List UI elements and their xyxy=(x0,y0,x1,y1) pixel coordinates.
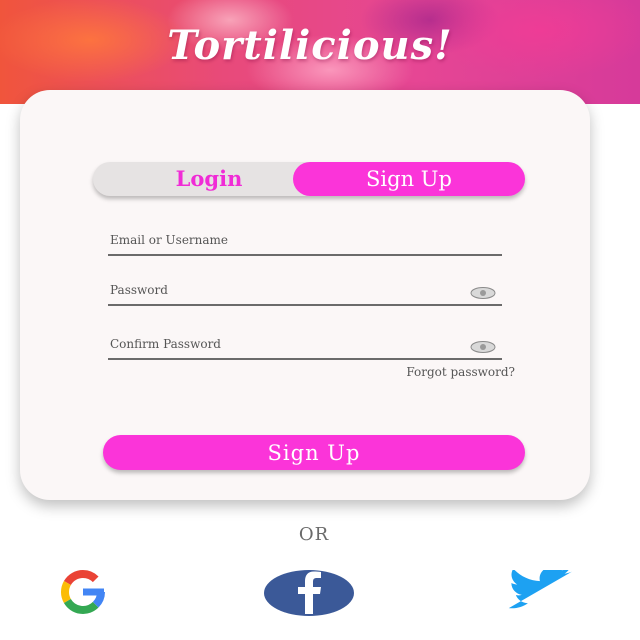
email-input[interactable] xyxy=(108,228,472,252)
google-icon[interactable] xyxy=(43,570,123,614)
sign-up-button[interactable]: Sign Up xyxy=(103,435,525,470)
tab-signup[interactable]: Sign Up xyxy=(293,162,525,196)
confirm-password-field xyxy=(108,332,502,360)
twitter-icon[interactable] xyxy=(502,570,574,610)
confirm-password-input[interactable] xyxy=(108,332,472,356)
password-input[interactable] xyxy=(108,278,472,302)
eye-icon[interactable] xyxy=(470,340,496,354)
email-field xyxy=(108,228,502,256)
password-field xyxy=(108,278,502,306)
eye-icon[interactable] xyxy=(470,286,496,300)
auth-tab-toggle: Login Sign Up xyxy=(93,162,525,196)
app-title: Tortilicious! xyxy=(167,22,453,69)
or-divider: OR xyxy=(298,524,330,545)
facebook-icon[interactable] xyxy=(263,570,355,616)
tab-login[interactable]: Login xyxy=(93,162,325,196)
forgot-password-link[interactable]: Forgot password? xyxy=(300,365,515,379)
